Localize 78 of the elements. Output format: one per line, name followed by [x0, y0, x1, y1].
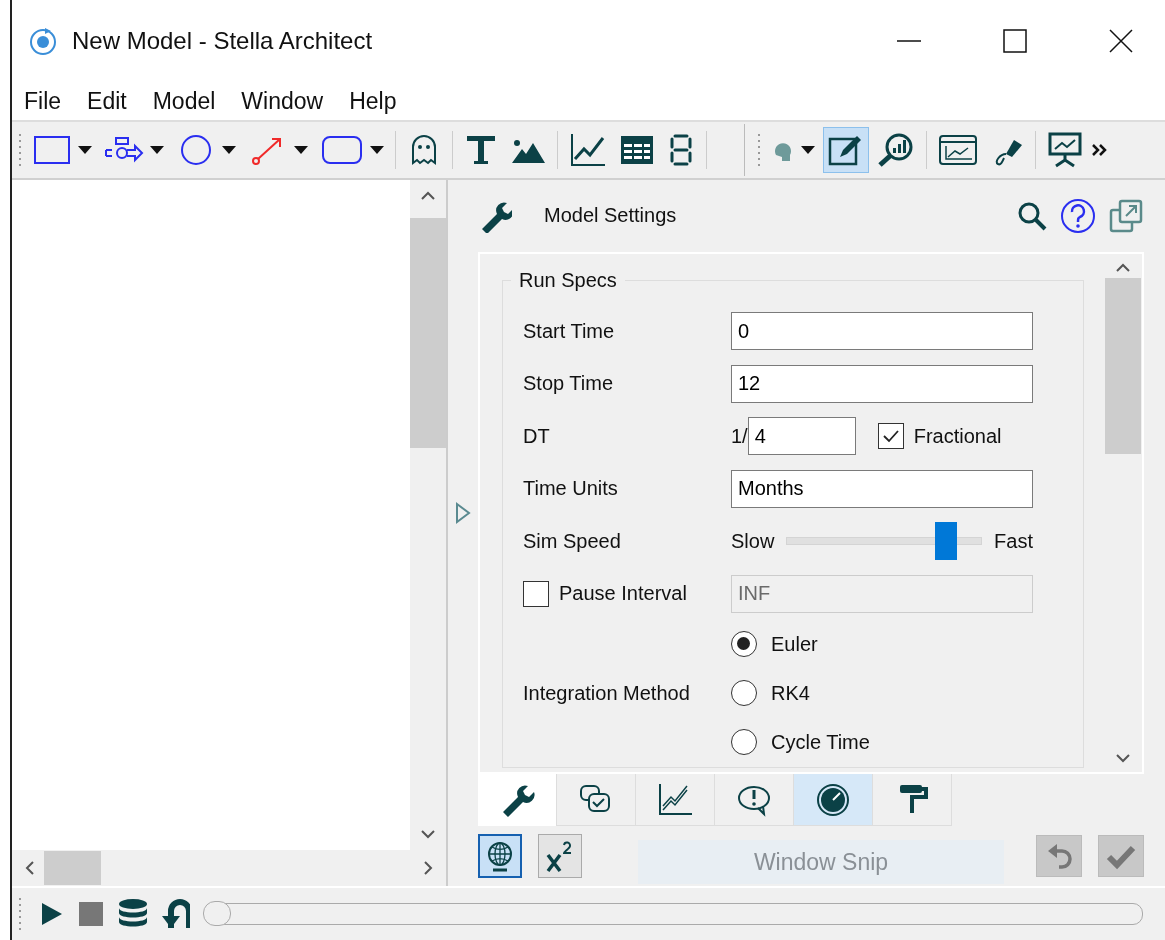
field-label: DT [523, 424, 551, 448]
radio-button[interactable] [731, 729, 757, 756]
chart-magnifier-icon [877, 132, 915, 168]
field-label: Integration Method [523, 681, 691, 705]
scroll-up-icon[interactable] [1115, 261, 1131, 272]
field-label: Time Units [523, 477, 619, 501]
restore-icon[interactable] [162, 898, 190, 930]
scroll-thumb[interactable] [410, 218, 446, 448]
scroll-left-icon[interactable] [24, 860, 34, 876]
field-label: Sim Speed [523, 529, 622, 553]
toolbar-button[interactable] [478, 834, 522, 879]
slider-thumb[interactable] [203, 901, 231, 926]
tab[interactable] [715, 774, 794, 827]
window-title: New Model - Stella Architect [72, 27, 374, 55]
scroll-thumb[interactable] [44, 851, 101, 885]
presentation-icon [1047, 132, 1083, 168]
panel-title: Model Settings [544, 204, 678, 228]
radio-button[interactable] [731, 631, 757, 658]
toolbar-button[interactable] [823, 127, 869, 173]
tab[interactable] [557, 774, 636, 827]
undo-button[interactable] [1036, 835, 1082, 878]
app-logo-icon [28, 26, 58, 56]
rounded-rectangle-icon [320, 133, 364, 167]
tab[interactable] [636, 774, 715, 827]
text-tool-icon [464, 133, 498, 167]
slider-thumb[interactable] [935, 522, 958, 561]
slider-max-label: Fast [994, 529, 1033, 553]
scroll-right-icon[interactable] [424, 860, 434, 876]
check-icon [881, 429, 900, 444]
radio-button[interactable] [731, 680, 757, 707]
slider-min-label: Slow [731, 529, 775, 553]
more-icon[interactable] [1091, 142, 1107, 158]
database-icon[interactable] [118, 899, 148, 929]
radio-label: RK4 [771, 681, 810, 705]
scroll-thumb[interactable] [1105, 277, 1141, 454]
tab[interactable] [478, 774, 557, 827]
caret-icon [801, 146, 815, 154]
help-icon[interactable] [1060, 197, 1096, 234]
caret-icon [78, 146, 92, 154]
menu-item[interactable]: Model [140, 87, 230, 115]
caret-icon [150, 146, 164, 154]
multi-line-chart-icon [657, 781, 693, 818]
scroll-down-icon[interactable] [420, 830, 436, 840]
tooltip: Window Snip [638, 840, 1004, 885]
stop-icon[interactable] [78, 901, 104, 927]
toolbar-button[interactable] [538, 834, 582, 879]
menu-item[interactable]: Edit [75, 87, 141, 115]
tab[interactable] [794, 774, 873, 827]
radio-label: Euler [771, 632, 818, 656]
apply-button[interactable] [1098, 835, 1144, 878]
gauge-icon [815, 781, 851, 818]
tab[interactable] [873, 774, 952, 827]
checkbox-label: Fractional [913, 424, 1002, 448]
vertical-scrollbar[interactable] [410, 180, 446, 850]
input-field[interactable]: Months [731, 469, 1033, 508]
checkbox[interactable] [877, 423, 904, 450]
menu-item[interactable]: Window [229, 87, 338, 115]
field-label: Stop Time [523, 372, 615, 396]
scroll-up-icon[interactable] [420, 190, 436, 200]
expand-arrow-icon[interactable] [455, 502, 471, 524]
caret-icon [370, 146, 384, 154]
scroll-down-icon[interactable] [1115, 754, 1131, 765]
radio-label: Cycle Time [771, 730, 870, 754]
input-field[interactable]: 4 [747, 417, 856, 456]
input-field[interactable]: 0 [731, 312, 1033, 351]
dt-prefix: 1/ [731, 424, 748, 448]
table-icon [619, 133, 655, 167]
checkbox-label: Pause Interval [559, 582, 687, 606]
line-chart-icon [569, 132, 607, 168]
caret-icon [222, 146, 236, 154]
detach-window-icon[interactable] [1108, 197, 1144, 234]
caret-icon [294, 146, 308, 154]
menu-item[interactable]: Help [337, 87, 411, 115]
rectangle-icon [32, 133, 72, 167]
window-chart-icon [938, 133, 978, 167]
field-label: Start Time [523, 319, 616, 343]
menu-item[interactable]: File [12, 87, 76, 115]
input-field[interactable]: 12 [731, 364, 1033, 403]
